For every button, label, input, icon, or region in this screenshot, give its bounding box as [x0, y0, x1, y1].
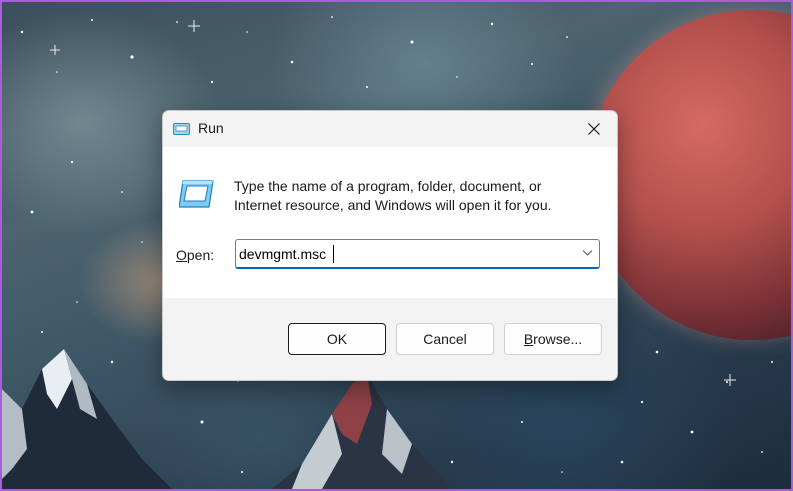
- browse-button[interactable]: Browse...: [504, 323, 602, 355]
- text-caret: [333, 245, 334, 263]
- ok-button[interactable]: OK: [288, 323, 386, 355]
- dialog-description: Type the name of a program, folder, docu…: [234, 177, 604, 215]
- screenshot-frame: Run Type the name of a program, folder, …: [0, 0, 793, 491]
- open-input[interactable]: [239, 243, 559, 265]
- close-button[interactable]: [571, 111, 617, 147]
- dialog-footer: OK Cancel Browse...: [163, 298, 617, 380]
- open-label-mnemonic: O: [176, 247, 187, 263]
- center-mountain: [272, 374, 452, 489]
- open-label-text: pen:: [186, 247, 215, 263]
- cancel-button[interactable]: Cancel: [396, 323, 494, 355]
- dialog-title: Run: [198, 120, 224, 136]
- run-dialog: Run Type the name of a program, folder, …: [162, 110, 618, 381]
- run-icon: [173, 123, 190, 135]
- chevron-down-icon[interactable]: [582, 249, 593, 257]
- description-line-2: Internet resource, and Windows will open…: [234, 197, 552, 213]
- run-program-icon: [179, 180, 214, 208]
- close-icon: [588, 123, 600, 135]
- left-mountain: [2, 349, 172, 489]
- description-line-1: Type the name of a program, folder, docu…: [234, 178, 542, 194]
- browse-label: rowse...: [533, 331, 583, 347]
- browse-mnemonic: B: [523, 331, 534, 347]
- title-bar[interactable]: Run: [163, 111, 617, 147]
- open-label: Open:: [176, 247, 214, 263]
- dialog-content: Type the name of a program, folder, docu…: [163, 147, 617, 298]
- open-combobox[interactable]: [235, 239, 600, 269]
